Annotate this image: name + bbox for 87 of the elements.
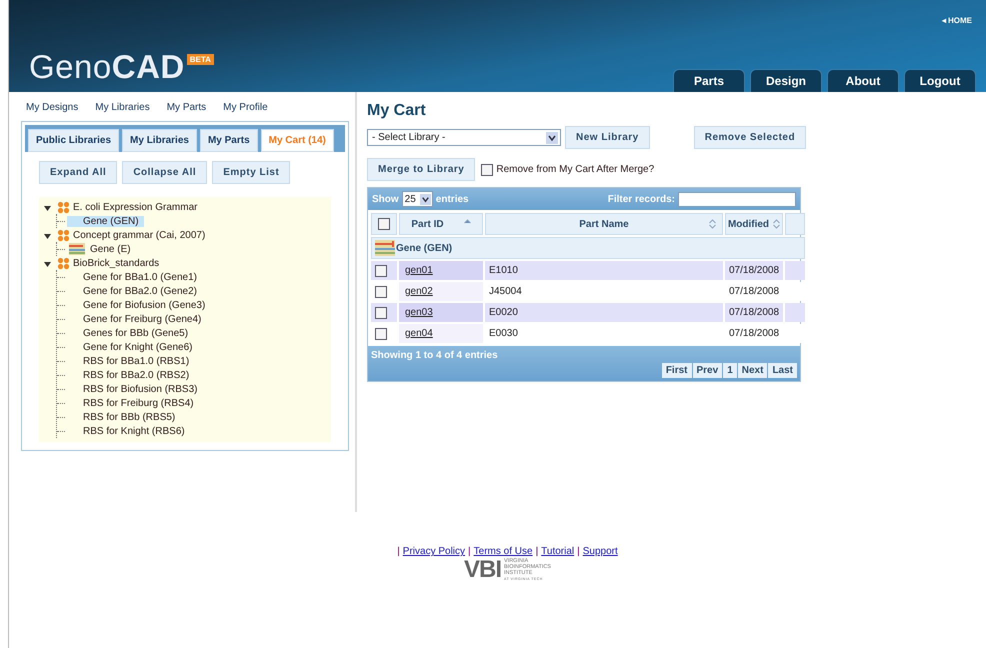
pager-button[interactable]: 1 (723, 363, 737, 378)
part-type-icon (375, 240, 395, 256)
link-separator: | (397, 546, 400, 557)
nav-tab[interactable]: Logout (904, 69, 976, 92)
merge-button[interactable]: Merge to Library (367, 158, 476, 181)
link-separator: | (536, 546, 538, 557)
dropdown-icon (420, 194, 431, 204)
show-label: Show (372, 194, 399, 204)
row-checkbox[interactable] (375, 306, 387, 318)
tree-leaf[interactable]: RBS for BBa1.0 (RBS1) (80, 356, 192, 366)
checkbox-label: Remove from My Cart After Merge? (496, 164, 654, 175)
pager-button[interactable]: Next (738, 363, 768, 378)
link-separator: | (577, 546, 580, 557)
library-tab[interactable]: My Libraries (122, 129, 197, 152)
select-all-checkbox[interactable] (378, 218, 390, 230)
new-library-button[interactable]: New Library (565, 126, 650, 149)
grammar-icon (57, 228, 70, 242)
tree-leaf[interactable]: Gene for Knight (Gene6) (80, 342, 196, 352)
tree-button[interactable]: Expand All (39, 161, 118, 184)
part-id-link[interactable]: gen04 (403, 328, 433, 339)
footer-link[interactable]: Terms of Use (474, 546, 533, 557)
table-cell: 07/18/2008 (725, 303, 783, 322)
link-separator: | (468, 546, 471, 557)
tree-leaf[interactable]: Gene (E) (87, 244, 134, 254)
tree-button[interactable]: Collapse All (122, 161, 208, 184)
column-header[interactable]: Modified (725, 213, 783, 235)
library-tab[interactable]: My Parts (200, 129, 258, 152)
tree-node[interactable]: Concept grammar (Cai, 2007) (73, 230, 206, 240)
pager-button[interactable]: Last (768, 363, 797, 378)
tree-button[interactable]: Empty List (212, 161, 290, 184)
tree-leaf[interactable]: RBS for Biofusion (RBS3) (80, 384, 200, 394)
logo-text: GenoCAD (29, 48, 185, 86)
tree-leaf[interactable]: Gene for Biofusion (Gene3) (80, 300, 208, 310)
tree-leaf[interactable]: RBS for Freiburg (RBS4) (80, 398, 197, 408)
tree-leaf[interactable]: RBS for BBb (RBS5) (80, 412, 178, 422)
tree-leaf[interactable]: Gene (GEN) (67, 216, 144, 226)
grammar-icon (57, 200, 70, 214)
library-tab[interactable]: Public Libraries (28, 129, 120, 152)
nav-tab[interactable]: Design (750, 69, 822, 92)
tree-leaf[interactable]: RBS for Knight (RBS6) (80, 426, 188, 436)
column-header[interactable]: Part ID (399, 213, 483, 235)
part-id-link[interactable]: gen03 (403, 307, 433, 318)
checkbox[interactable] (481, 164, 494, 176)
nav-tab[interactable]: About (827, 69, 899, 92)
pager-button[interactable]: First (662, 363, 692, 378)
subnav-link[interactable]: My Profile (223, 102, 268, 113)
subnav-link[interactable]: My Parts (166, 102, 206, 113)
page-title: My Cart (367, 102, 427, 120)
part-id-link[interactable]: gen02 (403, 286, 433, 297)
tree-leaf[interactable]: Gene for BBa2.0 (Gene2) (80, 286, 200, 296)
grammar-icon (57, 256, 70, 270)
tree-node[interactable]: E. coli Expression Grammar (73, 202, 198, 212)
column-header[interactable]: Part Name (485, 213, 723, 235)
filter-field[interactable] (678, 192, 796, 206)
remove-selected-button[interactable]: Remove Selected (694, 126, 806, 149)
pager-button[interactable]: Prev (692, 363, 722, 378)
table-cell: 07/18/2008 (725, 261, 783, 280)
filter-label: Filter records: (608, 194, 675, 204)
home-link[interactable]: ◂ HOME (942, 16, 972, 25)
row-checkbox[interactable] (375, 286, 387, 298)
logo-mark: VBI (464, 558, 502, 582)
tree-leaf[interactable]: Genes for BBb (Gene5) (80, 328, 192, 338)
table-cell: E0020 (485, 303, 723, 322)
nav-tab[interactable]: Parts (673, 69, 745, 92)
table-cell (785, 303, 805, 322)
library-select[interactable]: - Select Library - (367, 129, 561, 146)
tree-node[interactable]: BioBrick_standards (73, 258, 160, 268)
tree-leaf[interactable]: RBS for BBa2.0 (RBS2) (80, 370, 192, 380)
footer-link[interactable]: Privacy Policy (402, 546, 466, 557)
entries-label: entries (436, 194, 469, 204)
part-id-link[interactable]: gen01 (403, 265, 433, 276)
subnav-link[interactable]: My Designs (26, 102, 78, 113)
table-cell: E1010 (485, 261, 723, 280)
table-info: Showing 1 to 4 of 4 entries (371, 350, 499, 361)
row-checkbox[interactable] (375, 328, 387, 340)
row-checkbox[interactable] (375, 264, 387, 276)
subnav-link[interactable]: My Libraries (95, 102, 150, 113)
footer-link[interactable]: Tutorial (541, 546, 574, 557)
tree-leaf[interactable]: Gene for BBa1.0 (Gene1) (80, 272, 200, 282)
header-cell (785, 213, 805, 235)
table-cell (785, 261, 805, 280)
page-size-select[interactable]: 25 (402, 191, 433, 207)
tree-leaf[interactable]: Gene for Freiburg (Gene4) (80, 314, 204, 324)
footer-link[interactable]: Support (582, 546, 618, 557)
beta-badge: BETA (186, 54, 214, 65)
dropdown-icon (546, 132, 558, 144)
group-label: Gene (GEN) (396, 242, 452, 254)
